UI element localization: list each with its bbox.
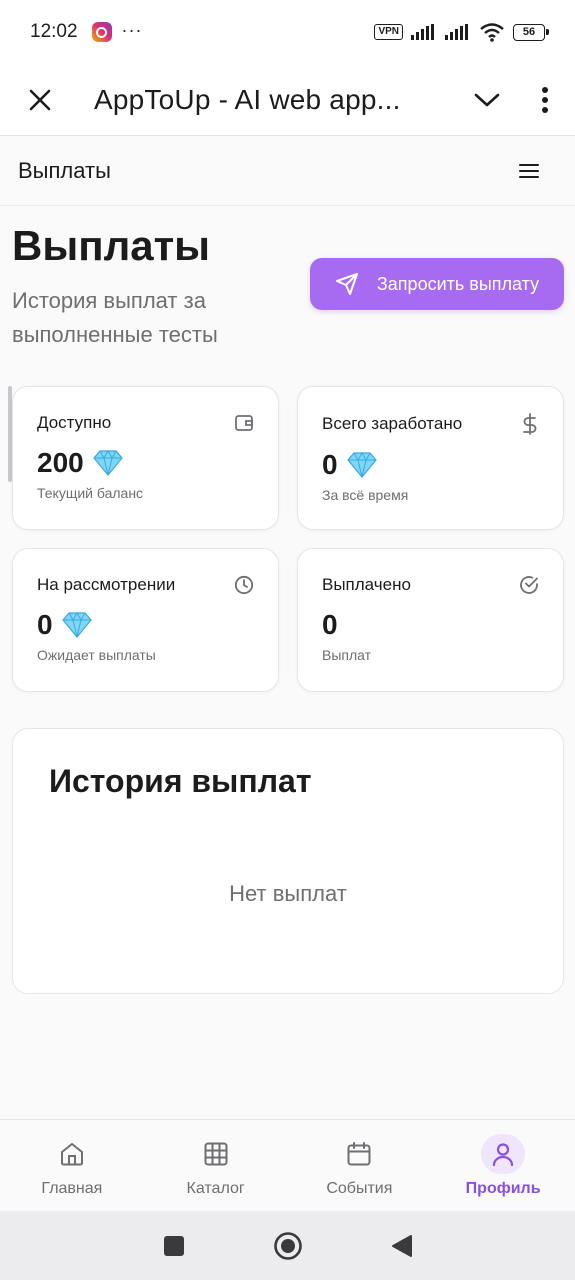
- home-icon: [50, 1134, 94, 1174]
- nav-label: Каталог: [186, 1179, 245, 1197]
- card-note: Текущий баланс: [37, 485, 144, 501]
- more-vertical-icon[interactable]: [539, 84, 551, 116]
- page-subtitle: История выплат за выполненные тесты: [12, 288, 218, 347]
- back-icon[interactable]: [391, 1234, 413, 1258]
- card-label: Всего заработано: [322, 414, 463, 433]
- dollar-icon: [523, 413, 537, 435]
- card-label: Доступно: [37, 413, 112, 432]
- card-total-earned: Всего заработано 0 За всё время: [297, 386, 564, 530]
- card-value: 200: [37, 447, 84, 478]
- main-content: Выплаты История выплат за выполненные те…: [0, 206, 575, 1119]
- card-available: Доступно 200 Текущий баланс: [12, 386, 279, 530]
- gem-icon: [61, 611, 92, 638]
- status-more-dots: ···: [121, 19, 143, 40]
- history-title: История выплат: [49, 763, 312, 799]
- nav-label: События: [326, 1179, 393, 1197]
- nav-label: Профиль: [465, 1179, 541, 1197]
- system-nav-bar: [0, 1211, 575, 1280]
- gem-icon: [346, 451, 377, 478]
- wifi-icon: [480, 23, 504, 42]
- card-value: 0: [322, 609, 338, 640]
- close-icon[interactable]: [24, 84, 56, 116]
- card-note: За всё время: [322, 487, 409, 503]
- user-icon: [481, 1133, 526, 1174]
- bottom-nav: Главная Каталог События Профиль: [0, 1119, 575, 1211]
- menu-icon[interactable]: [513, 155, 545, 187]
- page-title: Выплаты: [12, 222, 211, 269]
- card-value: 0: [322, 449, 338, 480]
- history-empty-state: Нет выплат: [229, 881, 347, 906]
- home-circle-icon[interactable]: [273, 1231, 303, 1261]
- card-value: 0: [37, 609, 53, 640]
- nav-item-home[interactable]: Главная: [0, 1120, 144, 1211]
- gem-icon: [92, 449, 123, 476]
- card-label: На рассмотрении: [37, 575, 176, 594]
- nav-item-profile[interactable]: Профиль: [431, 1120, 575, 1211]
- page-bar: Выплаты: [0, 136, 575, 206]
- vpn-badge: VPN: [374, 24, 403, 40]
- signal-icon: [411, 24, 434, 40]
- chevron-down-icon[interactable]: [471, 84, 503, 116]
- card-label: Выплачено: [322, 575, 411, 594]
- status-right: VPN 56: [374, 22, 549, 42]
- clock-icon: [234, 575, 254, 595]
- wallet-icon: [235, 415, 253, 431]
- card-note: Ожидает выплаты: [37, 647, 156, 663]
- instagram-icon: [91, 22, 112, 42]
- card-pending: На рассмотрении 0 Ожидает выплаты: [12, 548, 279, 692]
- status-bar: 12:02 ··· VPN 56: [0, 0, 575, 64]
- page-bar-title: Выплаты: [18, 157, 111, 183]
- app-title: AppToUp - AI web app...: [94, 83, 401, 115]
- payout-history-card: История выплат Нет выплат: [12, 728, 564, 994]
- nav-item-catalog[interactable]: Каталог: [144, 1120, 288, 1211]
- request-payout-label: Запросить выплату: [376, 273, 540, 294]
- signal-icon-2: [445, 24, 468, 40]
- check-circle-icon: [520, 576, 538, 594]
- nav-label: Главная: [41, 1179, 103, 1197]
- send-icon: [335, 273, 358, 295]
- card-paid-out: Выплачено 0 Выплат: [297, 548, 564, 692]
- app-header: AppToUp - AI web app...: [0, 64, 575, 136]
- recent-apps-icon[interactable]: [163, 1235, 185, 1257]
- request-payout-button[interactable]: Запросить выплату: [310, 258, 564, 310]
- grid-icon: [194, 1134, 238, 1174]
- card-note: Выплат: [322, 647, 372, 663]
- calendar-icon: [337, 1134, 381, 1174]
- nav-item-events[interactable]: События: [288, 1120, 432, 1211]
- status-time: 12:02: [30, 21, 78, 42]
- battery-icon: 56: [513, 23, 549, 41]
